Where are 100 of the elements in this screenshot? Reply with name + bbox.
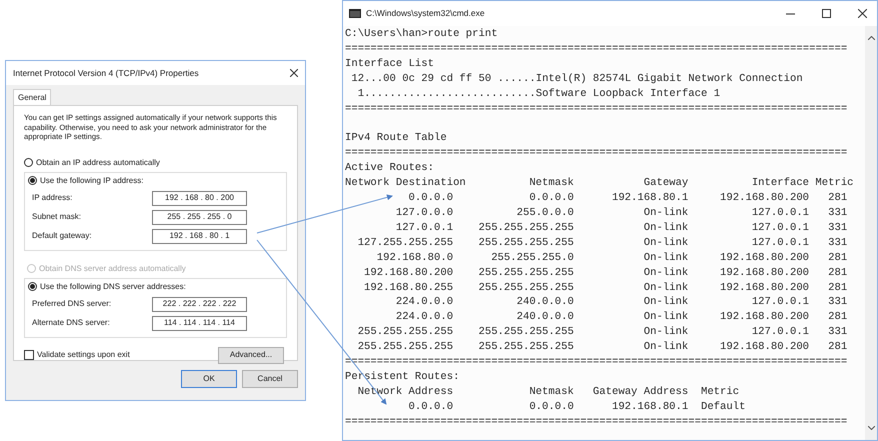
radio-button[interactable] — [24, 158, 33, 167]
column-header: Netmask — [528, 384, 574, 400]
maximize-icon[interactable] — [822, 9, 831, 18]
table-cell-text: 192.168.80.200 — [363, 266, 454, 280]
ip-field[interactable]: 114 . 114 . 114 . 114 — [152, 316, 247, 330]
table-cell-text: 255.255.255.255 — [356, 340, 454, 356]
table-cell-text: 255.255.255.255 — [477, 236, 574, 251]
table-cell-text: 281 — [827, 266, 848, 280]
table-cell-text: On-link — [642, 206, 688, 221]
table-cell-text: 255.255.255.255 — [477, 340, 574, 356]
dialog-button[interactable]: Cancel — [242, 370, 298, 388]
table-cell-text: 281 — [827, 250, 848, 266]
table-cell-text: 255.255.255.255 — [477, 266, 574, 280]
column-header: Network Destination — [345, 176, 466, 192]
table-cell-text: On-link — [642, 340, 688, 356]
console-line: 12...00 0c 29 cd ff 50 ......Intel(R) 82574L Gigabit Network Connection — [350, 72, 803, 87]
radio-label: Use the following IP address: — [40, 174, 144, 186]
table-cell-text: 255.255.255.255 — [477, 220, 574, 236]
table-cell-text: On-link — [642, 310, 688, 326]
table-cell-text: 0.0.0.0 — [528, 400, 574, 415]
table-cell-text: 192.168.80.1 — [610, 400, 688, 415]
table-cell-text: 224.0.0.0 — [394, 295, 454, 310]
dialog-button[interactable]: OK — [181, 370, 237, 388]
console-line: Interface List — [345, 56, 434, 72]
radio-label: Obtain an IP address automatically — [36, 156, 160, 168]
radio-label: Use the following DNS server addresses: — [40, 280, 186, 292]
radio-button[interactable] — [28, 282, 37, 291]
table-cell-text: 127.0.0.1 — [750, 220, 810, 236]
close-icon[interactable] — [290, 69, 298, 77]
radio-label: Obtain DNS server address automatically — [39, 262, 186, 274]
ip-field[interactable]: 222 . 222 . 222 . 222 — [152, 296, 247, 312]
table-cell-text: 127.0.0.1 — [750, 295, 810, 310]
table-cell-text: 255.255.255.255 — [477, 325, 574, 340]
scroll-up-icon[interactable] — [868, 36, 874, 40]
checkbox-label: Validate settings upon exit — [37, 349, 130, 361]
column-header: Interface — [750, 176, 810, 192]
ip-field[interactable]: 192 . 168 . 80 . 1 — [152, 228, 247, 244]
separator-line: =============================================================================== — [345, 146, 848, 162]
table-cell-text: On-link — [642, 250, 688, 266]
table-cell-text: 192.168.80.0 — [376, 250, 454, 266]
table-cell-text: 255.0.0.0 — [516, 206, 574, 221]
field-label: Alternate DNS server: — [32, 317, 110, 329]
table-cell-text: 281 — [827, 191, 848, 206]
advanced-button[interactable]: Advanced... — [218, 346, 284, 364]
table-cell-text: 127.0.0.0 — [394, 206, 454, 221]
console-line: 1...........................Software Loopback Interface 1 — [356, 86, 720, 102]
scrollbar[interactable] — [865, 26, 877, 440]
column-header: Metric — [700, 384, 740, 400]
table-cell-text: On-link — [642, 325, 688, 340]
field-label: Preferred DNS server: — [32, 298, 112, 310]
table-cell-text: On-link — [642, 295, 688, 310]
table-cell-text: 127.0.0.1 — [750, 236, 810, 251]
column-header: Gateway — [642, 176, 688, 192]
column-header: Metric — [814, 176, 854, 192]
console-line: C:\Users\han>route print — [345, 27, 498, 42]
table-cell-text: On-link — [642, 236, 688, 251]
column-header: Netmask — [528, 176, 574, 192]
field-label: Subnet mask: — [32, 211, 81, 223]
table-cell-text: 192.168.80.200 — [719, 250, 810, 266]
separator-line: =============================================================================== — [345, 102, 848, 116]
table-cell-text: 192.168.80.255 — [363, 280, 454, 296]
table-cell-text: 127.0.0.1 — [750, 206, 810, 221]
table-cell-text: On-link — [642, 220, 688, 236]
table-cell-text: On-link — [642, 280, 688, 296]
table-cell-text: 192.168.80.1 — [610, 191, 688, 206]
table-cell-text: 331 — [827, 220, 848, 236]
tab[interactable]: General — [13, 89, 52, 105]
table-cell-text: 127.255.255.255 — [356, 236, 454, 251]
table-cell-text: 0.0.0.0 — [408, 191, 454, 206]
table-cell-text: 127.0.0.1 — [750, 325, 810, 340]
checkbox[interactable] — [24, 350, 34, 360]
table-cell-text: 240.0.0.0 — [516, 295, 574, 310]
table-cell-text: 331 — [827, 325, 848, 340]
column-header: Gateway Address — [592, 384, 688, 400]
console-icon — [349, 9, 361, 18]
close-icon[interactable] — [858, 9, 867, 18]
table-cell-text: 255.255.255.255 — [356, 325, 454, 340]
table-cell-text: 192.168.80.200 — [719, 191, 810, 206]
window-title: C:\Windows\system32\cmd.exe — [366, 7, 486, 20]
table-cell-text: 281 — [827, 280, 848, 296]
table-cell-text: 281 — [827, 340, 848, 356]
table-cell-text: 0.0.0.0 — [528, 191, 574, 206]
table-cell-text: 127.0.0.1 — [394, 220, 454, 236]
table-cell-text: 192.168.80.200 — [719, 280, 810, 296]
field-label: Default gateway: — [32, 230, 92, 242]
ip-field[interactable]: 255 . 255 . 255 . 0 — [152, 210, 247, 224]
table-cell-text: 192.168.80.200 — [719, 266, 810, 280]
table-cell-text: 281 — [827, 310, 848, 326]
table-cell-text: 224.0.0.0 — [394, 310, 454, 326]
table-cell-text: On-link — [642, 266, 688, 280]
window-title: Internet Protocol Version 4 (TCP/IPv4) Properties — [13, 66, 199, 80]
separator-line: =============================================================================== — [345, 414, 848, 430]
scroll-down-icon[interactable] — [868, 426, 874, 430]
ip-field[interactable]: 192 . 168 . 80 . 200 — [152, 190, 247, 206]
table-cell-text: 331 — [827, 236, 848, 251]
table-cell-text: 331 — [827, 206, 848, 221]
separator-line: =============================================================================== — [345, 42, 848, 57]
radio-button[interactable] — [28, 176, 37, 185]
field-label: IP address: — [32, 192, 72, 204]
table-cell-text: 192.168.80.200 — [719, 340, 810, 356]
